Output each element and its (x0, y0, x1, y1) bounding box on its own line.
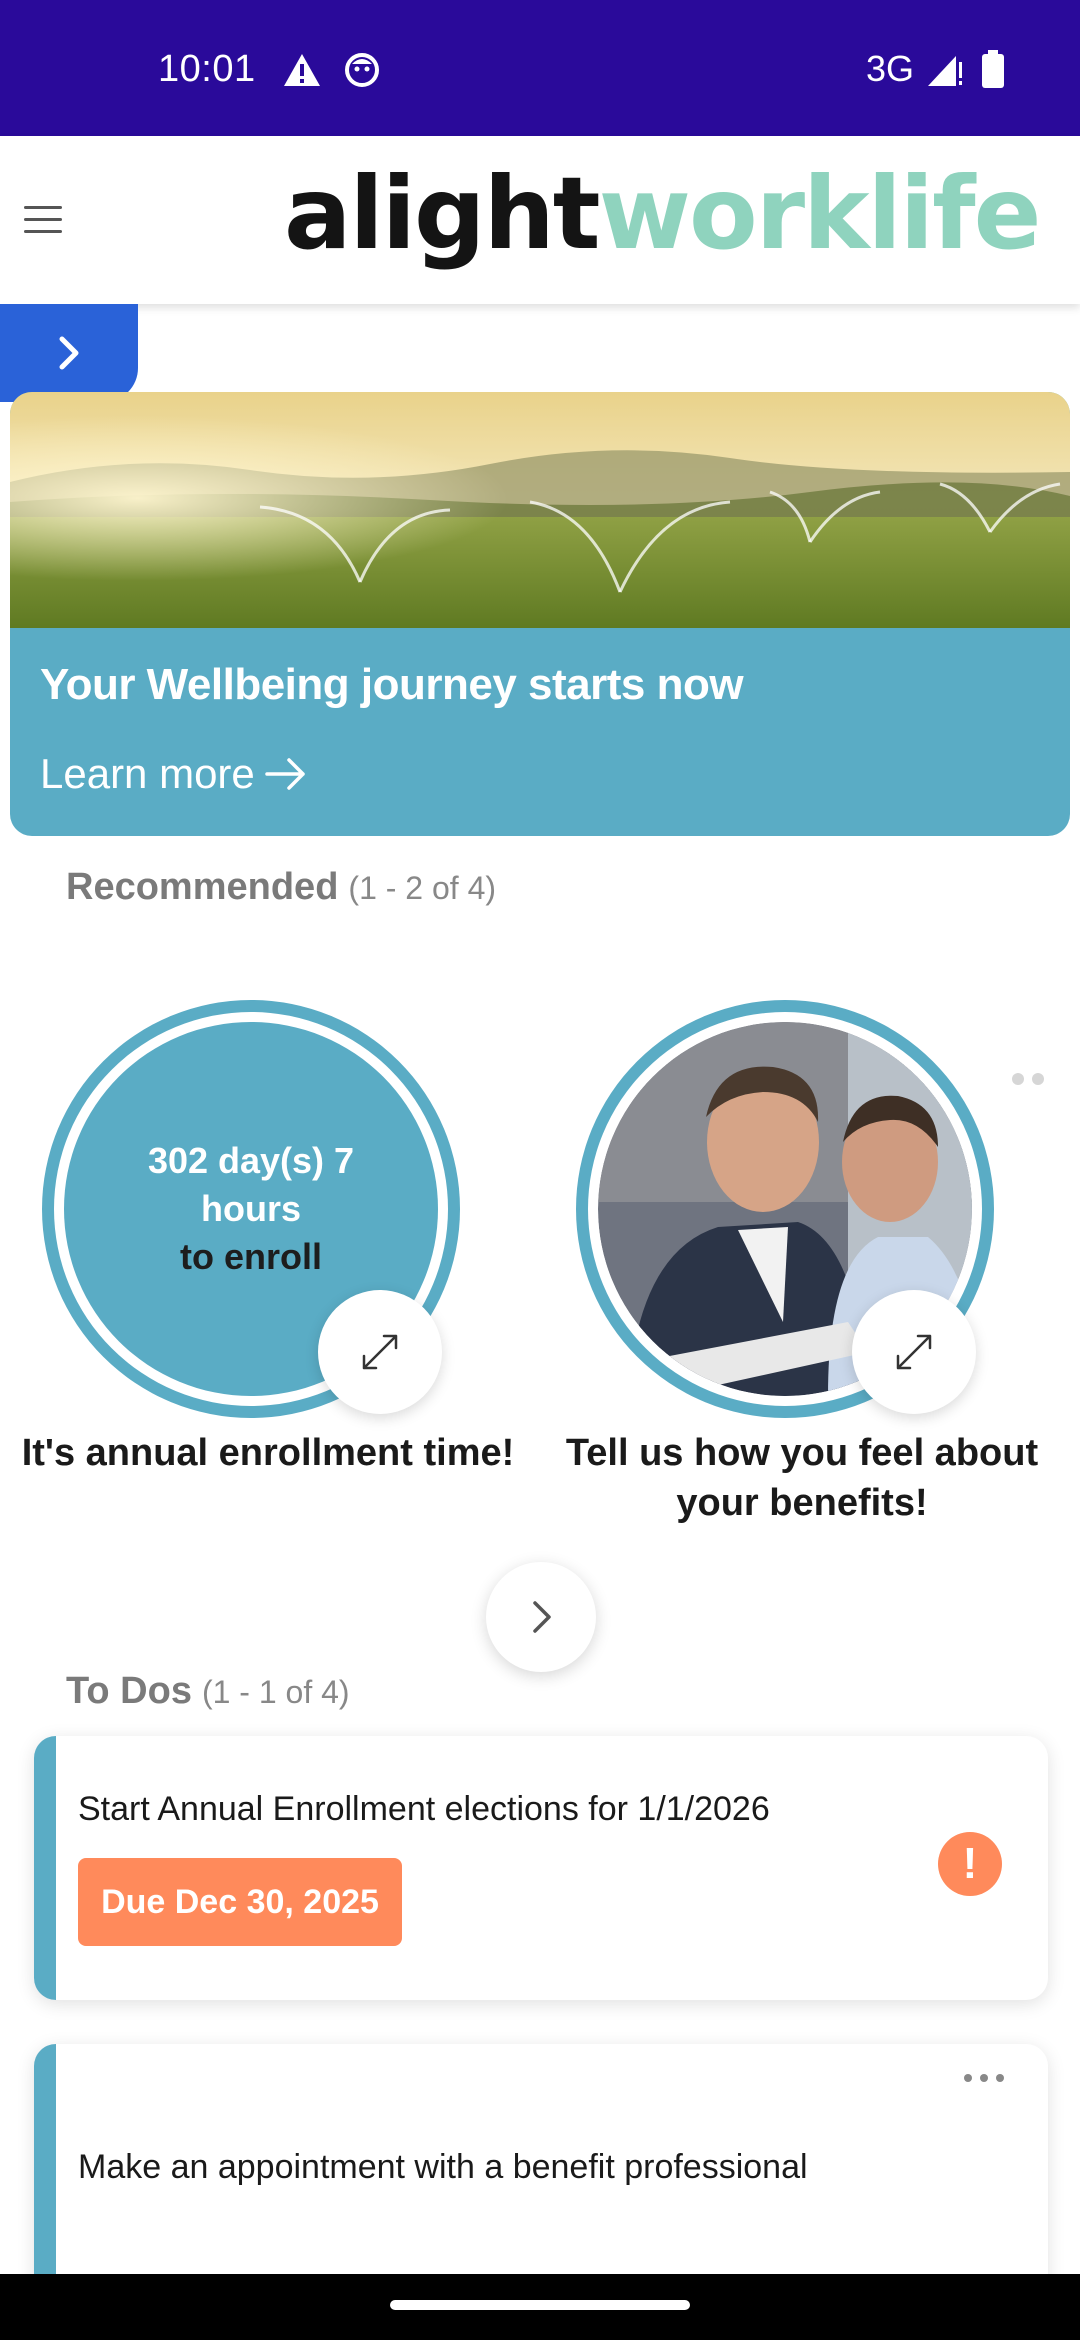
status-time: 10:01 (158, 48, 256, 90)
home-gesture-handle[interactable] (390, 2300, 690, 2310)
chevron-right-icon (533, 1601, 551, 1633)
status-bar: 10:01 3G (0, 0, 1080, 136)
recommended-heading: Recommended (1 - 2 of 4) (66, 866, 496, 909)
countdown-line-2: hours (200, 1188, 301, 1229)
logo-alight: alight (284, 155, 601, 272)
carousel-indicator (1012, 1072, 1072, 1086)
recommended-card-title: It's annual enrollment time! (21, 1432, 515, 1474)
learn-more-link[interactable]: Learn more (40, 750, 309, 798)
learn-more-label: Learn more (40, 750, 255, 797)
countdown-line-1: 302 day(s) 7 (147, 1140, 355, 1181)
battery-icon (982, 50, 1004, 88)
app-header: alightworklife (0, 136, 1080, 304)
due-date-badge: Due Dec 30, 2025 (78, 1858, 402, 1946)
expand-icon (896, 1334, 932, 1370)
logo-worklife: worklife (598, 155, 1042, 272)
hero-field-image (10, 392, 1070, 628)
expand-button[interactable] (852, 1290, 976, 1414)
chevron-right-icon (59, 336, 79, 370)
system-nav-bar (0, 2274, 1080, 2340)
todo-title: Start Annual Enrollment elections for 1/… (78, 1790, 770, 1828)
side-panel-toggle-button[interactable] (0, 304, 138, 402)
next-recommended-button[interactable] (486, 1562, 596, 1672)
todo-card[interactable]: Start Annual Enrollment elections for 1/… (34, 1736, 1048, 2000)
recommended-title: Recommended (66, 866, 339, 908)
hero-banner[interactable]: Your Wellbeing journey starts now Learn … (10, 392, 1070, 836)
recommended-count: (1 - 2 of 4) (348, 870, 497, 906)
todos-heading: To Dos (1 - 1 of 4) (66, 1670, 350, 1713)
face-icon (345, 53, 379, 87)
hero-title: Your Wellbeing journey starts now (40, 660, 744, 709)
todos-count: (1 - 1 of 4) (201, 1674, 350, 1710)
signal-icon (928, 56, 962, 86)
countdown-text: 302 day(s) 7 hours to enroll (148, 1137, 354, 1281)
warning-icon (284, 54, 320, 86)
recommended-card-title: Tell us how you feel about your benefits… (565, 1432, 1039, 1524)
todo-title: Make an appointment with a benefit profe… (78, 2148, 808, 2186)
app-logo: alightworklife (284, 164, 1041, 264)
network-type: 3G (866, 48, 915, 89)
menu-icon[interactable] (24, 206, 64, 236)
countdown-line-3: to enroll (180, 1236, 322, 1277)
todos-title: To Dos (66, 1670, 192, 1712)
expand-icon (362, 1334, 398, 1370)
more-options-icon[interactable] (964, 2074, 1004, 2084)
alert-icon: ! (938, 1832, 1002, 1896)
expand-button[interactable] (318, 1290, 442, 1414)
recommended-card-enrollment[interactable]: 302 day(s) 7 hours to enroll It's annual… (18, 1000, 518, 1540)
todo-card[interactable]: Make an appointment with a benefit profe… (34, 2044, 1048, 2304)
arrow-right-icon (265, 758, 305, 790)
recommended-card-feedback[interactable]: Tell us how you feel about your benefits… (552, 1000, 1052, 1540)
